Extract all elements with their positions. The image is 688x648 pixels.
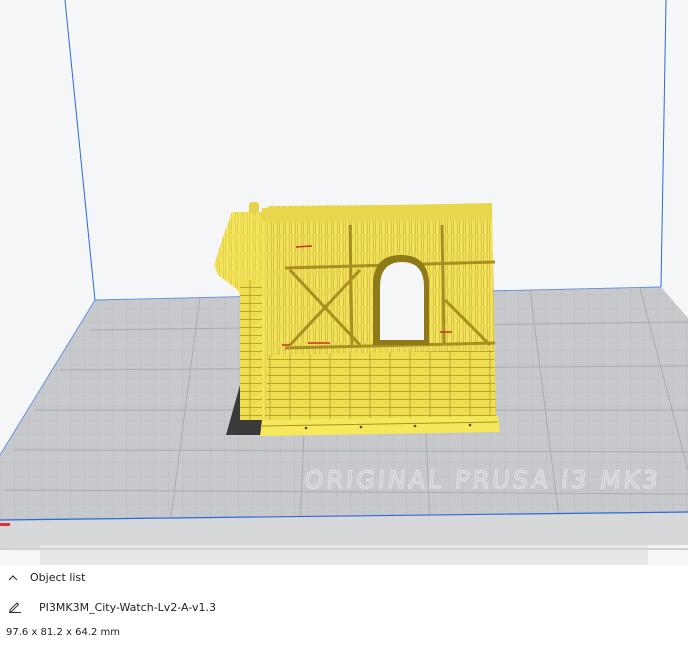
chevron-up-icon <box>6 570 20 584</box>
object-name: PI3MK3M_City-Watch-Lv2-A-v1.3 <box>39 601 216 614</box>
object-dimensions: 97.6 x 81.2 x 64.2 mm <box>6 627 121 638</box>
plate-logo: ORIGINAL PRUSA i3 MK3 <box>303 466 662 494</box>
object-list-toggle[interactable]: Object list <box>6 570 85 584</box>
object-list-label: Object list <box>30 570 86 584</box>
model-city-watch[interactable] <box>214 202 500 436</box>
object-list-item[interactable]: PI3MK3M_City-Watch-Lv2-A-v1.3 <box>8 598 216 617</box>
object-list-panel: Object list PI3MK3M_City-Watch-Lv2-A-v1.… <box>0 565 688 648</box>
3d-viewport[interactable]: ORIGINAL PRUSA i3 MK3 <box>0 0 688 565</box>
build-volume-edge-right <box>660 0 667 288</box>
build-volume-edge-left <box>64 0 96 301</box>
pencil-icon[interactable] <box>8 598 22 617</box>
